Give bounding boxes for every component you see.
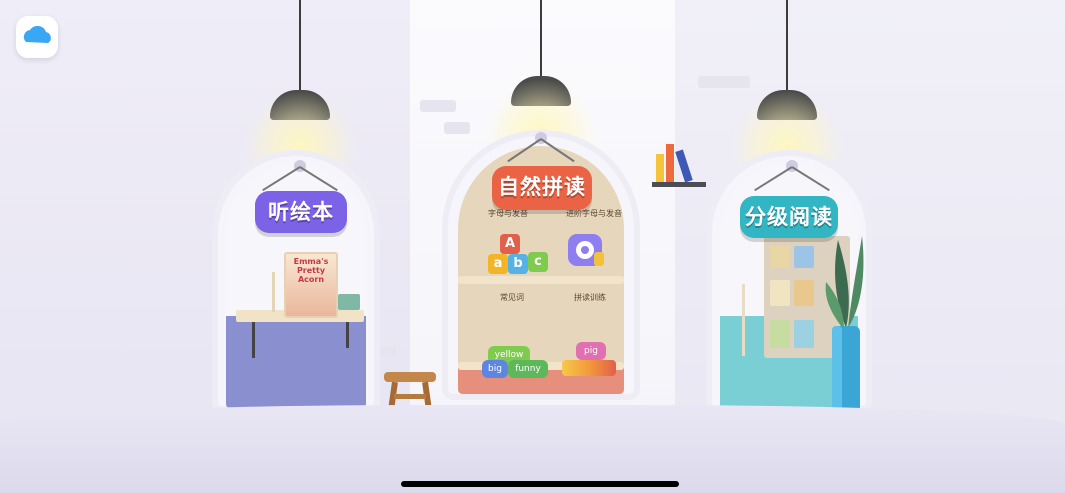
room-floor [226, 316, 366, 408]
cloud-icon [23, 25, 51, 43]
floor-lamp [742, 284, 745, 356]
room-picture-books[interactable]: Emma's Pretty Acorn 听绘本 [212, 150, 380, 412]
letter-block: a [488, 254, 508, 274]
letter-block: A [500, 234, 520, 254]
floor [0, 405, 1065, 493]
plant-icon [825, 236, 864, 434]
room-phonics[interactable]: 字母与发音 进阶字母与发音 常见词 拼读训练 a b c A yellow fu… [442, 130, 640, 400]
letter-block: b [508, 254, 528, 274]
book-stack [338, 294, 360, 310]
shelf-board [458, 276, 624, 284]
wall-brick [420, 100, 456, 112]
letter-blocks-stack [562, 360, 616, 376]
shelf-label: 拼读训练 [574, 293, 606, 302]
room-sign: 自然拼读 [492, 166, 592, 210]
word-card: funny [508, 360, 548, 378]
phonics-app-icon [568, 234, 604, 266]
shelf-book [794, 246, 814, 268]
shelf-book [770, 246, 790, 268]
lamp-cord [786, 0, 788, 92]
lamp-cord [540, 0, 542, 78]
wall-brick [378, 346, 396, 356]
app-logo-button[interactable] [16, 16, 58, 58]
shelf-book [770, 320, 790, 348]
lamp-cord [299, 0, 301, 92]
letter-block: c [528, 252, 548, 272]
table-leg [252, 322, 255, 358]
shelf-book [770, 280, 790, 306]
shelf-label: 常见词 [500, 293, 524, 302]
word-card: pig [576, 342, 606, 360]
home-indicator[interactable] [401, 481, 679, 487]
books-icon [652, 144, 706, 187]
word-card: big [482, 360, 508, 378]
room-sign: 听绘本 [255, 191, 347, 233]
table-leg [346, 322, 349, 348]
shelf-book [794, 320, 814, 348]
picture-book-cover: Emma's Pretty Acorn [284, 252, 338, 318]
shelf-book [794, 280, 814, 306]
lamp-stand [272, 272, 275, 312]
wall-brick [698, 76, 750, 88]
book-title: Emma's Pretty Acorn [293, 257, 329, 284]
